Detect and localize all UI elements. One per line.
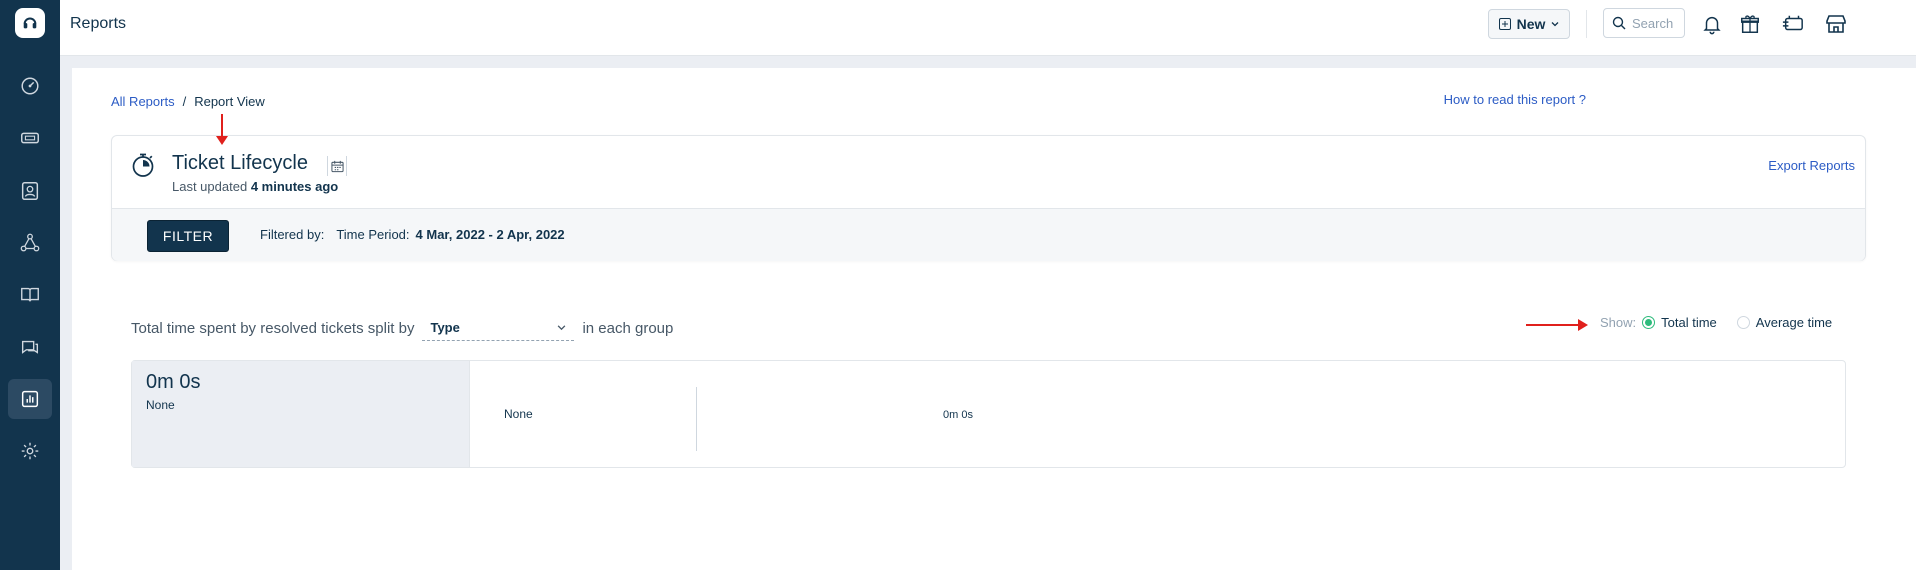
search-placeholder: Search: [1632, 15, 1674, 31]
app-logo-icon[interactable]: [15, 8, 45, 38]
average-time-radio[interactable]: [1736, 316, 1750, 329]
show-toggle: Show: Total time Average time: [1600, 315, 1846, 330]
reports-chart-icon: [21, 390, 39, 408]
new-button-label: New: [1516, 16, 1546, 32]
schedule-button[interactable]: [327, 156, 347, 176]
search-input[interactable]: Search: [1603, 8, 1685, 38]
gear-icon: [21, 442, 39, 460]
sidebar-item-dashboard[interactable]: [8, 66, 52, 106]
search-icon: [1612, 16, 1626, 30]
notifications-button[interactable]: [1698, 10, 1726, 38]
whats-new-button[interactable]: [1736, 10, 1764, 38]
sidebar-item-tickets[interactable]: [8, 118, 52, 158]
product-switcher-button[interactable]: [1779, 10, 1807, 38]
contact-card-icon: [21, 182, 39, 200]
new-button[interactable]: New: [1488, 9, 1570, 39]
stopwatch-icon: [132, 153, 154, 177]
split-by-control: Total time spent by resolved tickets spl…: [131, 315, 673, 341]
breadcrumb: All Reports / Report View: [111, 94, 265, 109]
book-icon: [21, 287, 39, 302]
average-time-label[interactable]: Average time: [1756, 315, 1832, 330]
top-bar: Reports New Search M: [60, 0, 1916, 56]
export-reports-link[interactable]: Export Reports: [1768, 158, 1855, 173]
breadcrumb-separator: /: [182, 94, 187, 109]
breadcrumb-all-reports[interactable]: All Reports: [111, 94, 175, 109]
filter-button[interactable]: FILTER: [147, 220, 229, 252]
sidebar-item-groups[interactable]: [8, 223, 52, 263]
gift-icon: [1741, 15, 1759, 33]
split-selected-value: Type: [430, 320, 460, 335]
network-icon: [20, 233, 40, 252]
marketplace-button[interactable]: [1822, 10, 1850, 38]
row-label: None: [504, 407, 533, 421]
main-content: All Reports / Report View How to read th…: [72, 68, 1916, 570]
split-by-select[interactable]: Type: [422, 315, 575, 341]
calendar-icon: [330, 160, 344, 172]
total-time-label[interactable]: Total time: [1661, 315, 1717, 330]
row-value: 0m 0s: [943, 409, 973, 421]
filter-bar: FILTER Filtered by: Time Period: 4 Mar, …: [112, 208, 1865, 261]
show-label: Show:: [1600, 315, 1637, 330]
ticket-icon: [21, 132, 39, 144]
toolbar-divider: [1586, 10, 1587, 38]
split-prefix: Total time spent by resolved tickets spl…: [131, 319, 415, 337]
filtered-by-label: Filtered by:: [260, 227, 325, 242]
filtered-by: Filtered by: Time Period: 4 Mar, 2022 - …: [260, 227, 565, 242]
chevron-down-icon: [1551, 22, 1559, 27]
apps-stack-icon: [1782, 15, 1803, 31]
sidebar-item-reports[interactable]: [8, 379, 52, 419]
summary-panel[interactable]: 0m 0s None: [132, 361, 470, 467]
breadcrumb-current: Report View: [194, 94, 265, 109]
summary-value: 0m 0s: [146, 371, 201, 393]
last-updated: Last updated 4 minutes ago: [172, 179, 338, 194]
report-header-card: Ticket Lifecycle Last updated 4 minutes …: [111, 135, 1866, 261]
lifecycle-table: 0m 0s None None 0m 0s: [131, 360, 1846, 468]
gauge-icon: [21, 77, 39, 95]
last-updated-prefix: Last updated: [172, 179, 248, 194]
sidebar-item-solutions[interactable]: [8, 275, 52, 315]
sidebar-item-admin[interactable]: [8, 431, 52, 471]
chat-icon: [21, 340, 39, 354]
summary-category: None: [146, 398, 175, 412]
sidebar: [0, 0, 60, 570]
report-title: Ticket Lifecycle: [172, 152, 308, 174]
split-suffix: in each group: [582, 319, 674, 337]
chevron-down-icon: [558, 325, 566, 331]
page-title: Reports: [70, 15, 127, 32]
last-updated-value: 4 minutes ago: [250, 179, 339, 194]
store-icon: [1826, 15, 1846, 33]
time-period-value: 4 Mar, 2022 - 2 Apr, 2022: [415, 227, 565, 242]
sidebar-item-contacts[interactable]: [8, 171, 52, 211]
total-time-radio[interactable]: [1642, 316, 1656, 329]
sidebar-item-forums[interactable]: [8, 327, 52, 367]
plus-square-icon: [1498, 18, 1511, 30]
time-period-label: Time Period:: [336, 227, 410, 242]
how-to-read-link[interactable]: How to read this report ?: [1444, 92, 1586, 107]
bell-icon: [1703, 16, 1721, 35]
row-axis-line: [696, 387, 697, 451]
